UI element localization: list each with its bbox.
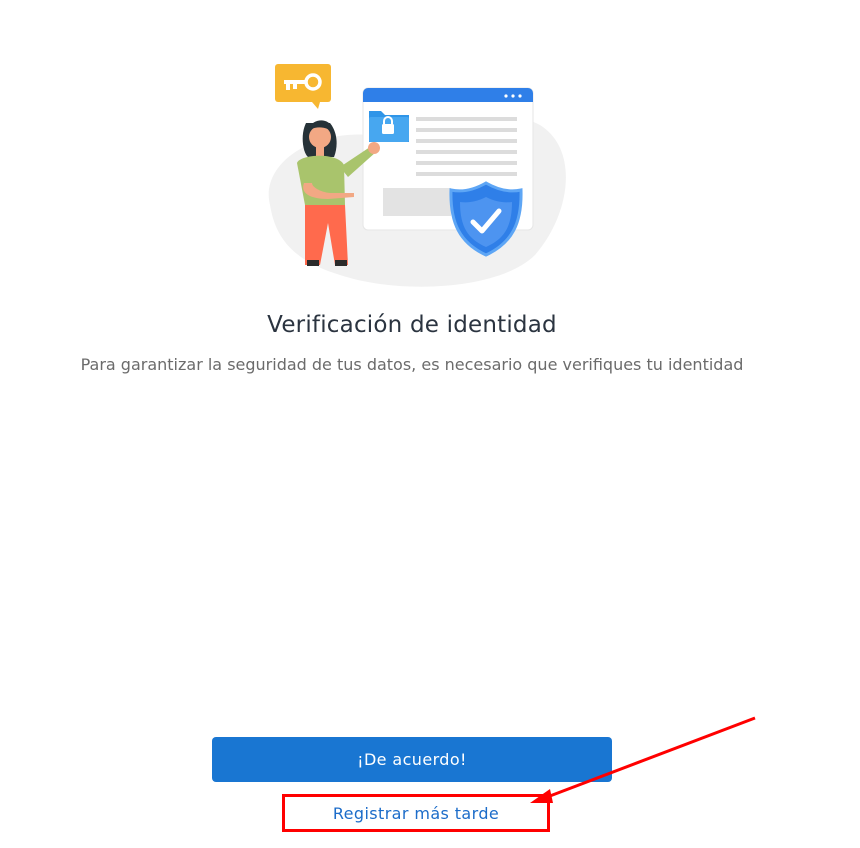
identity-verification-illustration xyxy=(268,64,566,287)
register-later-link[interactable]: Registrar más tarde xyxy=(282,795,550,831)
folder-lock-icon xyxy=(369,111,409,142)
page-title: Verificación de identidad xyxy=(267,312,557,338)
key-icon xyxy=(275,64,331,109)
identity-verification-page: Verificación de identidad Para garantiza… xyxy=(0,0,860,848)
page-subtitle: Para garantizar la seguridad de tus dato… xyxy=(80,355,744,374)
agree-button[interactable]: ¡De acuerdo! xyxy=(212,737,612,782)
